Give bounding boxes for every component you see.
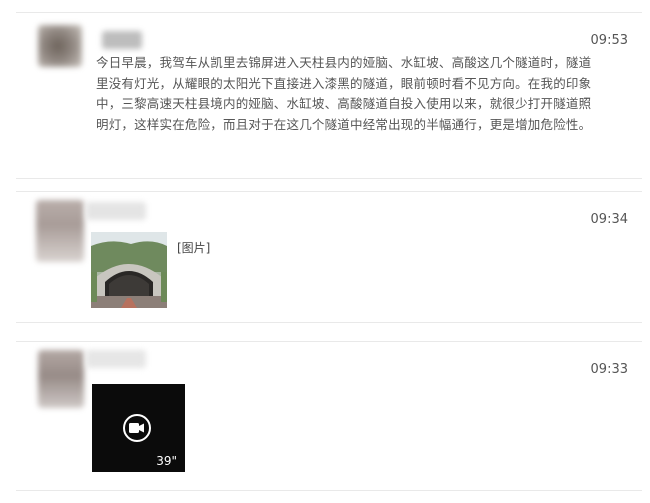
author-name-blurred — [102, 31, 142, 49]
post-time: 09:34 — [590, 212, 628, 227]
video-camera-icon[interactable] — [123, 414, 151, 442]
tunnel-photo-image — [91, 232, 167, 308]
author-name-blurred — [86, 350, 146, 368]
video-duration: 39" — [156, 454, 177, 468]
post-card-3[interactable]: 09:33 39" — [16, 341, 642, 491]
post-card-2[interactable]: 09:34 [图片] — [16, 191, 642, 323]
post-text: 今日早晨，我驾车从凯里去锦屏进入天柱县内的娅脑、水缸坡、高酸这几个隧道时，隧道里… — [96, 55, 592, 132]
avatar[interactable] — [36, 200, 84, 262]
avatar[interactable] — [38, 350, 84, 408]
tunnel-photo-thumbnail[interactable] — [91, 232, 167, 308]
post-time: 09:33 — [590, 362, 628, 377]
post-time: 09:53 — [590, 33, 628, 48]
video-thumbnail[interactable]: 39" — [92, 384, 185, 472]
avatar[interactable] — [38, 25, 82, 67]
post-card-1[interactable]: 09:53 今日早晨，我驾车从凯里去锦屏进入天柱县内的娅脑、水缸坡、高酸这几个隧… — [16, 12, 642, 179]
image-label: [图片] — [177, 241, 211, 255]
author-name-blurred — [86, 202, 146, 220]
